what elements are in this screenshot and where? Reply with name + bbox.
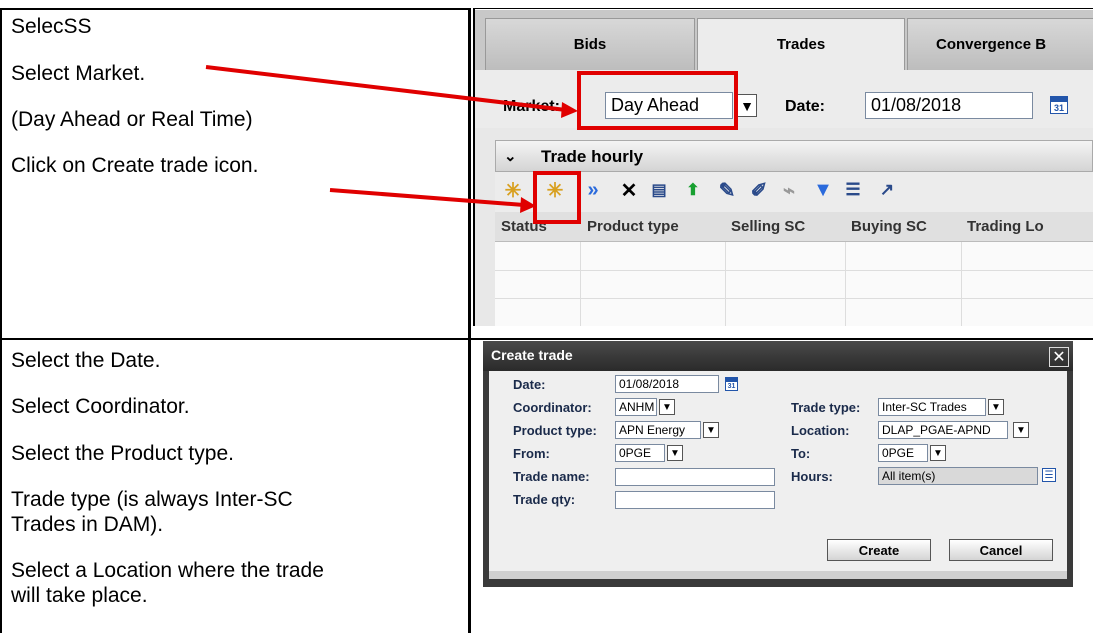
from-label: From: xyxy=(513,446,550,461)
create-icon-highlight-box xyxy=(533,171,581,224)
table-border-top xyxy=(0,8,470,10)
step-trade-type-line1: Trade type (is always Inter-SC xyxy=(11,488,293,511)
column-selling-sc[interactable]: Selling SC xyxy=(731,218,805,235)
chevron-down-icon[interactable]: ▼ xyxy=(703,422,719,438)
cancel-button[interactable]: Cancel xyxy=(949,539,1053,561)
chevron-down-icon[interactable]: ▼ xyxy=(659,399,675,415)
section-title: Trade hourly xyxy=(541,147,644,166)
tab-convergence[interactable]: Convergence B xyxy=(907,18,1093,70)
trades-grid-body xyxy=(495,242,1093,326)
column-trading-location[interactable]: Trading Lo xyxy=(967,218,1044,235)
chevron-down-icon[interactable]: ▼ xyxy=(737,94,757,117)
tabs-bar: Bids Trades Convergence B xyxy=(475,10,1093,70)
grid-row-divider xyxy=(495,298,1093,299)
upload-icon[interactable]: ⬆ xyxy=(681,178,705,202)
list-icon[interactable]: ☰ xyxy=(1042,468,1056,482)
tab-bids[interactable]: Bids xyxy=(485,18,695,70)
to-select[interactable]: 0PGE xyxy=(878,444,928,462)
dialog-footer xyxy=(489,571,1067,579)
table-border-row xyxy=(0,338,1093,340)
table-border-left xyxy=(0,8,2,633)
create-button[interactable]: Create xyxy=(827,539,931,561)
chevron-down-icon[interactable]: ▼ xyxy=(988,399,1004,415)
trade-toolbar: ✳ ✳ » ✕ ▤ ⬆ ✎ ✐ ⌁ ▼ ☰ ↗ xyxy=(495,172,1093,212)
create-trade-dialog: Create trade ✕ Date: 01/08/2018 31 Coord… xyxy=(483,341,1073,587)
chevron-down-icon[interactable]: ▼ xyxy=(930,445,946,461)
filter-icon[interactable]: ▼ xyxy=(811,178,835,202)
view-icon[interactable]: ▤ xyxy=(647,178,671,202)
sweep-icon[interactable]: ⌁ xyxy=(777,178,801,202)
close-icon[interactable]: ✕ xyxy=(1049,347,1069,367)
trades-screenshot: Bids Trades Convergence B Market: Day Ah… xyxy=(475,10,1093,326)
date-label: Date: xyxy=(785,98,826,115)
date-input[interactable]: 01/08/2018 xyxy=(615,375,719,393)
date-input[interactable]: 01/08/2018 xyxy=(865,92,1033,119)
delete-icon[interactable]: ✕ xyxy=(617,178,641,202)
market-label: Market: xyxy=(503,98,560,115)
tab-trades[interactable]: Trades xyxy=(697,18,905,70)
dialog-title-bar: Create trade ✕ xyxy=(483,341,1073,371)
step-trade-type-line2: Trades in DAM). xyxy=(11,513,164,536)
grid-col-divider xyxy=(961,242,962,326)
step-click-create: Click on Create trade icon. xyxy=(11,154,259,177)
chevron-down-icon[interactable]: ⌄ xyxy=(504,147,517,165)
location-select[interactable]: DLAP_PGAE-APND xyxy=(878,421,1008,439)
grid-col-divider xyxy=(845,242,846,326)
market-bar: Market: Day Ahead ▼ Date: 01/08/2018 31 xyxy=(475,70,1093,128)
trade-qty-label: Trade qty: xyxy=(513,492,576,507)
trade-hourly-header[interactable]: ⌄ Trade hourly xyxy=(495,140,1093,172)
submit-icon[interactable]: » xyxy=(581,178,605,202)
from-select[interactable]: 0PGE xyxy=(615,444,665,462)
table-border-top-right xyxy=(473,8,1093,9)
column-buying-sc[interactable]: Buying SC xyxy=(851,218,927,235)
export-icon[interactable]: ↗ xyxy=(875,178,899,202)
step-select-coordinator: Select Coordinator. xyxy=(11,395,190,418)
step-selecss: SelecSS xyxy=(11,15,92,38)
list-icon[interactable]: ☰ xyxy=(841,178,865,202)
table-border-middle xyxy=(468,8,471,633)
column-product-type[interactable]: Product type xyxy=(587,218,679,235)
edit-icon[interactable]: ✎ xyxy=(715,178,739,202)
trades-grid-header: Status Product type Selling SC Buying SC… xyxy=(495,212,1093,242)
step-market-options: (Day Ahead or Real Time) xyxy=(11,108,253,131)
trade-type-label: Trade type: xyxy=(791,400,861,415)
chevron-down-icon[interactable]: ▼ xyxy=(667,445,683,461)
market-highlight-box xyxy=(577,71,738,130)
step-select-market: Select Market. xyxy=(11,62,146,85)
hours-field[interactable]: All item(s) xyxy=(878,467,1038,485)
grid-col-divider xyxy=(725,242,726,326)
calendar-icon[interactable]: 31 xyxy=(1050,96,1068,114)
step-select-product: Select the Product type. xyxy=(11,442,234,465)
coordinator-select[interactable]: ANHM xyxy=(615,398,657,416)
dialog-title: Create trade xyxy=(491,347,573,363)
calendar-icon[interactable]: 31 xyxy=(725,377,738,391)
step-select-date: Select the Date. xyxy=(11,349,161,372)
trade-type-select[interactable]: Inter-SC Trades xyxy=(878,398,986,416)
copy-icon[interactable]: ✳ xyxy=(501,178,525,202)
step-location-line1: Select a Location where the trade xyxy=(11,559,324,582)
trade-qty-input[interactable] xyxy=(615,491,775,509)
dialog-body: Date: 01/08/2018 31 Coordinator: ANHM ▼ … xyxy=(489,371,1067,571)
grid-row-divider xyxy=(495,270,1093,271)
date-label: Date: xyxy=(513,377,546,392)
grid-col-divider xyxy=(580,242,581,326)
trade-name-input[interactable] xyxy=(615,468,775,486)
trade-name-label: Trade name: xyxy=(513,469,590,484)
coordinator-label: Coordinator: xyxy=(513,400,592,415)
product-type-label: Product type: xyxy=(513,423,597,438)
to-label: To: xyxy=(791,446,811,461)
chevron-down-icon[interactable]: ▼ xyxy=(1013,422,1029,438)
location-label: Location: xyxy=(791,423,850,438)
step-location-line2: will take place. xyxy=(11,584,148,607)
hours-label: Hours: xyxy=(791,469,833,484)
clear-icon[interactable]: ✐ xyxy=(747,178,771,202)
product-type-select[interactable]: APN Energy xyxy=(615,421,701,439)
